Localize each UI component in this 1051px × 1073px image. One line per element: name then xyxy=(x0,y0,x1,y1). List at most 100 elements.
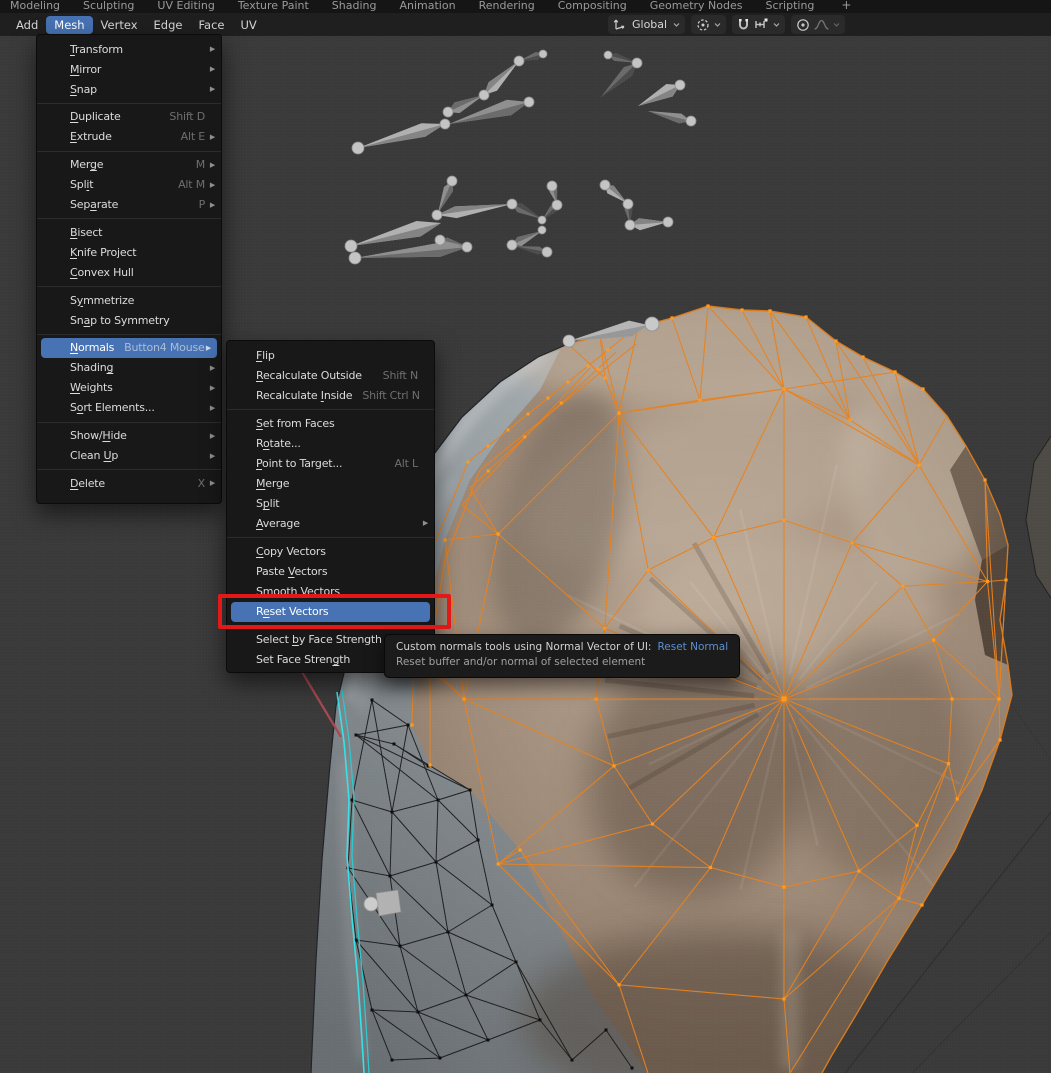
workspace-tab-animation[interactable]: Animation xyxy=(399,0,455,12)
menu-item-label: Duplicate xyxy=(70,110,121,123)
proportional-editing-icon xyxy=(795,17,811,33)
workspace-tab-scripting[interactable]: Scripting xyxy=(766,0,815,12)
workspace-tab-uv-editing[interactable]: UV Editing xyxy=(157,0,214,12)
menu-item-weights[interactable]: Weights▶ xyxy=(37,378,221,398)
workspace-tab-compositing[interactable]: Compositing xyxy=(558,0,627,12)
menu-item-shortcut: Alt E xyxy=(181,130,205,143)
menu-item-label: Copy Vectors xyxy=(256,545,326,558)
workspace-tab-sculpting[interactable]: Sculpting xyxy=(83,0,134,12)
menu-item-bisect[interactable]: Bisect xyxy=(37,222,221,242)
menu-item-label: Normals xyxy=(70,341,114,354)
menu-separator xyxy=(37,147,221,155)
menu-item-shortcut: Alt M xyxy=(178,178,205,191)
add-workspace-button[interactable]: + xyxy=(841,0,851,12)
submenu-arrow-icon: ▶ xyxy=(205,384,215,392)
chevron-down-icon xyxy=(772,20,781,29)
menu-item-clean-up[interactable]: Clean Up▶ xyxy=(37,446,221,466)
menu-item-shortcut: M xyxy=(196,158,205,171)
tooltip-line1: Custom normals tools using Normal Vector… xyxy=(396,641,651,653)
menubar-item-uv[interactable]: UV xyxy=(232,16,264,34)
snap-magnet-icon xyxy=(736,17,751,32)
chevron-down-icon xyxy=(672,20,681,29)
falloff-curve-icon xyxy=(813,17,830,32)
menu-item-label: Set from Faces xyxy=(256,417,334,430)
menu-item-label: Rotate... xyxy=(256,437,301,450)
pivot-point-dropdown[interactable] xyxy=(691,15,726,34)
chevron-down-icon xyxy=(832,20,841,29)
menu-item-separate[interactable]: SeparateP▶ xyxy=(37,195,221,215)
menu-item-label: Transform xyxy=(70,43,123,56)
menu-item-label: Split xyxy=(256,497,279,510)
tooltip-line2: Reset buffer and/or normal of selected e… xyxy=(396,655,728,670)
workspace-tab-shading[interactable]: Shading xyxy=(332,0,377,12)
menu-item-copy-vectors[interactable]: Copy Vectors xyxy=(227,542,434,562)
tooltip-operator-link: Reset Normal xyxy=(657,641,728,653)
menu-item-split[interactable]: Split xyxy=(227,493,434,513)
menu-item-flip[interactable]: Flip xyxy=(227,345,434,365)
menu-item-shortcut: Alt L xyxy=(394,457,418,470)
workspace-tab-geometry-nodes[interactable]: Geometry Nodes xyxy=(650,0,743,12)
proportional-editing-controls[interactable] xyxy=(791,15,845,34)
menubar-item-edge[interactable]: Edge xyxy=(146,16,191,34)
menu-item-transform[interactable]: Transform ▶ xyxy=(37,39,221,59)
menu-item-mirror[interactable]: Mirror▶ xyxy=(37,59,221,79)
tooltip: Custom normals tools using Normal Vector… xyxy=(384,634,740,678)
menubar-item-vertex[interactable]: Vertex xyxy=(93,16,146,34)
menu-separator xyxy=(37,466,221,474)
menu-item-normals[interactable]: NormalsButton4 Mouse▶ xyxy=(41,338,217,358)
menu-separator xyxy=(227,533,434,541)
menu-item-extrude[interactable]: ExtrudeAlt E▶ xyxy=(37,127,221,147)
menu-item-label: Merge xyxy=(70,158,103,171)
chevron-down-icon xyxy=(713,20,722,29)
menu-item-label: Symmetrize xyxy=(70,294,134,307)
menu-item-label: Convex Hull xyxy=(70,266,134,279)
menu-item-label: Delete xyxy=(70,477,105,490)
menubar-item-face[interactable]: Face xyxy=(190,16,232,34)
menu-separator xyxy=(37,418,221,426)
menu-item-shading[interactable]: Shading▶ xyxy=(37,358,221,378)
menu-item-merge[interactable]: MergeM▶ xyxy=(37,155,221,175)
menu-item-snap-to-symmetry[interactable]: Snap to Symmetry xyxy=(37,310,221,330)
menu-item-sort-elements[interactable]: Sort Elements...▶ xyxy=(37,398,221,418)
menu-item-paste-vectors[interactable]: Paste Vectors xyxy=(227,562,434,582)
workspace-tab-rendering[interactable]: Rendering xyxy=(479,0,535,12)
submenu-arrow-icon: ▶ xyxy=(205,452,215,460)
menu-item-convex-hull[interactable]: Convex Hull xyxy=(37,262,221,282)
submenu-arrow-icon: ▶ xyxy=(205,432,215,440)
workspace-tab-modeling[interactable]: Modeling xyxy=(10,0,60,12)
menu-item-set-from-faces[interactable]: Set from Faces xyxy=(227,413,434,433)
submenu-arrow-icon: ▶ xyxy=(205,344,211,352)
menubar-item-add[interactable]: Add xyxy=(8,16,46,34)
menu-item-knife-project[interactable]: Knife Project xyxy=(37,242,221,262)
menu-item-delete[interactable]: DeleteX▶ xyxy=(37,473,221,493)
menu-item-recalculate-outside[interactable]: Recalculate OutsideShift N xyxy=(227,365,434,385)
menu-item-label: Set Face Strength xyxy=(256,653,350,666)
menubar-item-mesh[interactable]: Mesh xyxy=(46,16,92,34)
transform-orientation-label: Global xyxy=(629,18,670,31)
menu-separator xyxy=(37,330,221,338)
menu-item-split[interactable]: SplitAlt M▶ xyxy=(37,175,221,195)
menu-item-rotate[interactable]: Rotate... xyxy=(227,433,434,453)
menu-item-shortcut: Shift Ctrl N xyxy=(362,389,419,402)
submenu-arrow-icon: ▶ xyxy=(205,45,215,53)
workspace-tab-texture-paint[interactable]: Texture Paint xyxy=(238,0,309,12)
annotation-highlight-box xyxy=(218,594,451,629)
menu-item-duplicate[interactable]: DuplicateShift D xyxy=(37,107,221,127)
snap-controls[interactable] xyxy=(732,15,785,34)
menu-separator xyxy=(37,99,221,107)
menu-item-label: Recalculate Outside xyxy=(256,369,362,382)
menu-item-symmetrize[interactable]: Symmetrize xyxy=(37,290,221,310)
menu-item-label: Bisect xyxy=(70,226,102,239)
menu-item-point-to-target[interactable]: Point to Target...Alt L xyxy=(227,453,434,473)
menu-item-average[interactable]: Average▶ xyxy=(227,513,434,533)
menu-item-snap[interactable]: Snap▶ xyxy=(37,79,221,99)
snap-target-icon xyxy=(753,17,770,32)
menu-item-show-hide[interactable]: Show/Hide▶ xyxy=(37,426,221,446)
menu-item-recalculate-inside[interactable]: Recalculate InsideShift Ctrl N xyxy=(227,385,434,405)
menu-item-merge[interactable]: Merge xyxy=(227,473,434,493)
transform-orientation-dropdown[interactable]: Global xyxy=(608,15,685,34)
menu-item-label: Mirror xyxy=(70,63,101,76)
transform-orientation-icon xyxy=(612,17,627,32)
menu-item-label: Average xyxy=(256,517,300,530)
menu-item-label: Shading xyxy=(70,361,113,374)
